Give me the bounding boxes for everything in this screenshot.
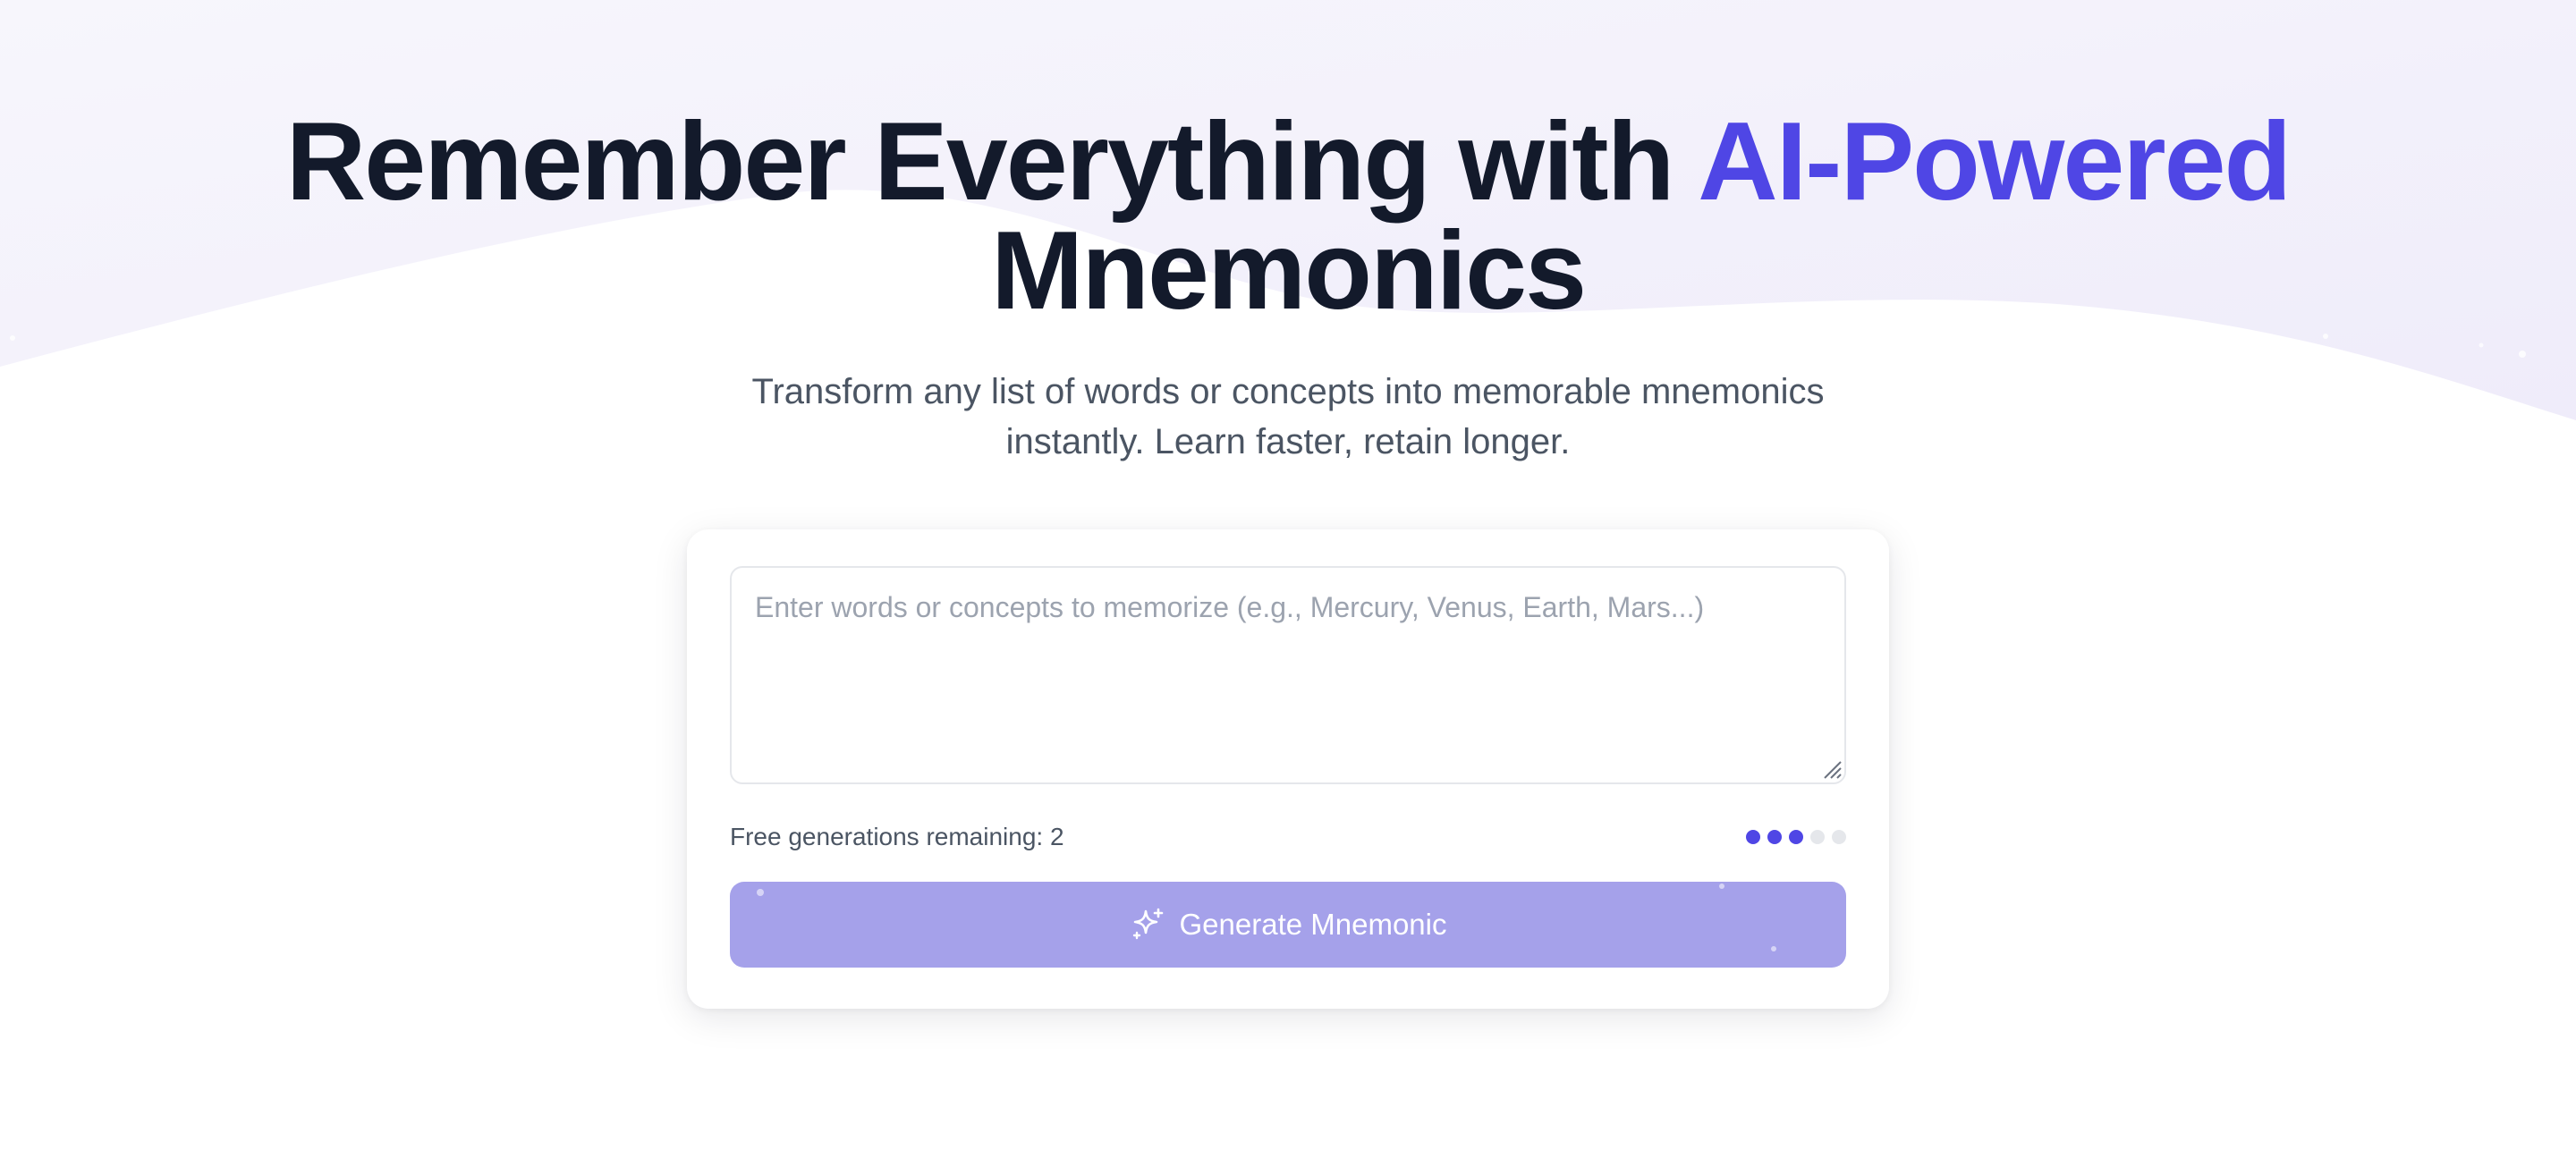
resize-handle-icon[interactable] bbox=[1821, 758, 1843, 780]
usage-dot-filled bbox=[1789, 830, 1803, 844]
usage-dots bbox=[1746, 830, 1846, 844]
page-title: Remember Everything with AI-Powered Mnem… bbox=[0, 106, 2576, 326]
generate-button-label: Generate Mnemonic bbox=[1179, 908, 1447, 941]
usage-dot-empty bbox=[1810, 830, 1825, 844]
button-sparkle-dot bbox=[1771, 946, 1776, 951]
usage-dot-filled bbox=[1746, 830, 1760, 844]
title-accent: AI-Powered bbox=[1698, 100, 2292, 224]
subtitle-line-2: instantly. Learn faster, retain longer. bbox=[1005, 422, 1571, 461]
remaining-generations-text: Free generations remaining: 2 bbox=[730, 823, 1064, 850]
mnemonic-form-card: Free generations remaining: 2 Generate M… bbox=[687, 529, 1889, 1009]
button-sparkle-dot bbox=[757, 889, 764, 896]
usage-row: Free generations remaining: 2 bbox=[730, 819, 1846, 855]
words-input[interactable] bbox=[730, 566, 1846, 784]
button-sparkle-dot bbox=[1719, 884, 1724, 889]
page-subtitle: Transform any list of words or concepts … bbox=[0, 367, 2576, 467]
page: Remember Everything with AI-Powered Mnem… bbox=[0, 0, 2576, 1150]
usage-dot-empty bbox=[1832, 830, 1846, 844]
sparkles-icon bbox=[1132, 908, 1163, 940]
title-part-1: Remember Everything with bbox=[285, 100, 1699, 224]
usage-dot-filled bbox=[1767, 830, 1782, 844]
title-part-2: Mnemonics bbox=[990, 209, 1587, 333]
subtitle-line-1: Transform any list of words or concepts … bbox=[751, 372, 1825, 411]
generate-mnemonic-button[interactable]: Generate Mnemonic bbox=[730, 882, 1846, 968]
